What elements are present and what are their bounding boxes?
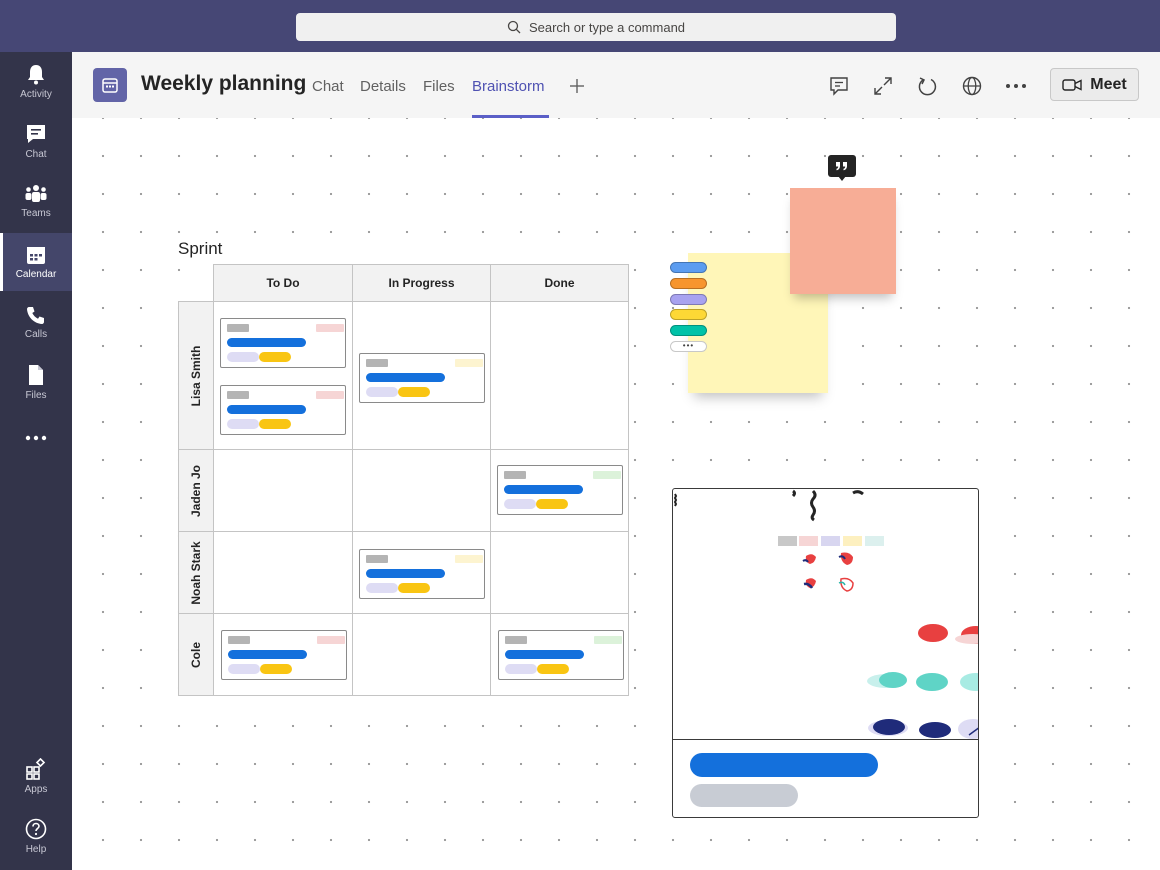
- row-label: Cole: [189, 641, 203, 668]
- row-label: Noah Stark: [189, 540, 203, 605]
- divider: [673, 739, 978, 740]
- row-header-jaden-jo: Jaden Jo: [178, 449, 214, 532]
- rail-label: Help: [25, 843, 47, 855]
- help-icon: [25, 818, 47, 839]
- rail-item-apps[interactable]: Apps: [0, 747, 72, 805]
- rail-item-chat[interactable]: Chat: [0, 112, 72, 170]
- rail-item-calls[interactable]: Calls: [0, 293, 72, 351]
- plus-icon: [570, 79, 584, 93]
- meet-button[interactable]: Meet: [1050, 68, 1139, 101]
- color-swatch-yellow[interactable]: [670, 309, 707, 320]
- page-title: Weekly planning: [141, 72, 307, 95]
- color-swatch-orange[interactable]: [670, 278, 707, 289]
- board-cell[interactable]: [352, 613, 491, 696]
- rail-label: Apps: [24, 783, 48, 795]
- tab-files[interactable]: Files: [423, 78, 455, 95]
- chat-icon: [27, 124, 45, 143]
- teams-icon: [25, 184, 47, 202]
- task-card[interactable]: [220, 318, 346, 368]
- more-colors-button[interactable]: •••: [670, 341, 707, 352]
- search-icon: [507, 20, 521, 34]
- calendar-icon: [102, 78, 118, 93]
- preview-subtitle-bar: [690, 784, 798, 807]
- search-placeholder: Search or type a command: [528, 19, 686, 35]
- web-button[interactable]: [960, 74, 984, 98]
- rail-label: Calls: [24, 328, 48, 340]
- row-header-lisa-smith: Lisa Smith: [178, 301, 214, 450]
- task-card[interactable]: [220, 385, 346, 435]
- expand-icon: [874, 77, 892, 95]
- meet-label: Meet: [1090, 75, 1127, 93]
- task-card[interactable]: [498, 630, 624, 680]
- tab-brainstorm[interactable]: Brainstorm: [472, 78, 545, 95]
- add-tab-button[interactable]: [565, 74, 589, 98]
- preview-title-bar: [690, 753, 878, 777]
- meeting-header: Weekly planning Chat Details Files Brain…: [72, 52, 1160, 118]
- template-preview-card[interactable]: [672, 488, 979, 818]
- tab-details[interactable]: Details: [360, 78, 406, 95]
- comment-icon: [830, 77, 848, 96]
- more-icon: [25, 435, 47, 441]
- board-cell[interactable]: [490, 301, 629, 450]
- tab-chat[interactable]: Chat: [312, 78, 344, 95]
- board-cell[interactable]: [490, 531, 629, 614]
- more-apps-button[interactable]: [0, 409, 72, 467]
- row-header-cole: Cole: [178, 613, 214, 696]
- file-icon: [29, 364, 43, 385]
- board-cell[interactable]: [213, 449, 353, 532]
- rail-label: Files: [25, 389, 47, 401]
- task-card[interactable]: [497, 465, 623, 515]
- preview-illustration: [673, 489, 978, 739]
- task-card[interactable]: [221, 630, 347, 680]
- comment-bubble[interactable]: [828, 155, 856, 181]
- refresh-icon: [918, 77, 937, 96]
- title-bar: Search or type a command: [0, 0, 1160, 52]
- expand-button[interactable]: [871, 74, 895, 98]
- sticky-note-salmon[interactable]: [790, 188, 896, 294]
- board-cell[interactable]: [213, 531, 353, 614]
- rail-item-activity[interactable]: Activity: [0, 52, 72, 110]
- rail-label: Chat: [25, 148, 47, 160]
- color-swatch-purple[interactable]: [670, 294, 707, 305]
- task-card[interactable]: [359, 549, 485, 599]
- apps-icon: [26, 757, 46, 780]
- task-card[interactable]: [359, 353, 485, 403]
- calendar-icon: [27, 246, 45, 264]
- refresh-button[interactable]: [915, 74, 939, 98]
- meeting-icon: [93, 68, 127, 102]
- column-header-done: Done: [490, 264, 629, 302]
- rail-item-help[interactable]: Help: [0, 807, 72, 865]
- color-swatch-blue[interactable]: [670, 262, 707, 273]
- ellipsis-icon: [1006, 84, 1026, 88]
- rail-label: Teams: [21, 207, 51, 219]
- more-options-button[interactable]: [1004, 74, 1028, 98]
- bell-icon: [28, 64, 44, 84]
- app-rail: Activity Chat Teams Calendar Calls Files…: [0, 52, 72, 870]
- board-title: Sprint: [178, 239, 223, 258]
- row-label: Lisa Smith: [189, 345, 203, 406]
- row-header-noah-stark: Noah Stark: [178, 531, 214, 614]
- column-header-in-progress: In Progress: [352, 264, 491, 302]
- globe-icon: [962, 76, 982, 96]
- rail-label: Calendar: [15, 268, 57, 280]
- comment-button[interactable]: [827, 74, 851, 98]
- row-label: Jaden Jo: [189, 464, 203, 517]
- video-camera-icon: [1062, 78, 1082, 91]
- rail-label: Activity: [20, 88, 52, 100]
- phone-icon: [27, 306, 44, 324]
- board-cell[interactable]: [352, 449, 491, 532]
- column-header-todo: To Do: [213, 264, 353, 302]
- rail-item-calendar[interactable]: Calendar: [0, 233, 72, 291]
- rail-item-files[interactable]: Files: [0, 353, 72, 411]
- search-input[interactable]: Search or type a command: [296, 13, 896, 41]
- rail-item-teams[interactable]: Teams: [0, 172, 72, 230]
- quote-icon: [836, 162, 847, 171]
- color-swatch-teal[interactable]: [670, 325, 707, 336]
